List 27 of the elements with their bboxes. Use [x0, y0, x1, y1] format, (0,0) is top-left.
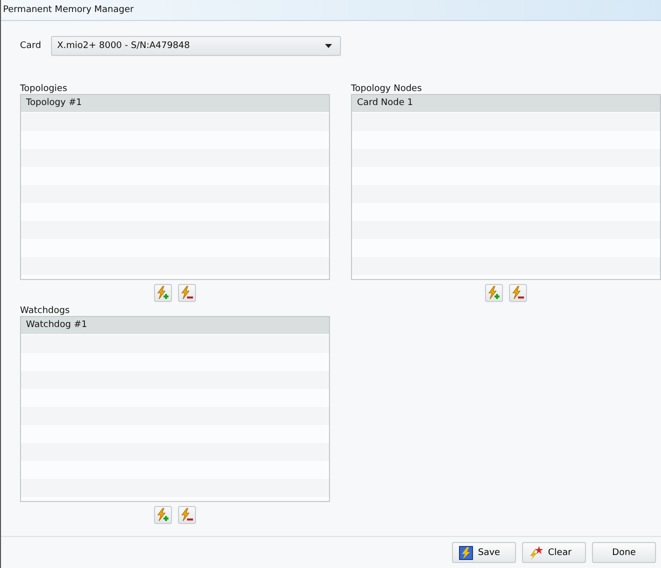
footer-button[interactable]: Save [452, 542, 516, 563]
lightning-minus-icon [511, 286, 525, 300]
lightning-plus-icon [487, 286, 501, 300]
lightning-star-icon [529, 546, 543, 560]
card-label: Card [20, 41, 42, 51]
footer-button[interactable]: Done [592, 542, 656, 563]
lightning-plus-icon [156, 286, 170, 300]
list-item[interactable]: Watchdog #1 [21, 317, 329, 334]
lightning-plus-icon [156, 508, 170, 522]
caret-icon [325, 44, 332, 48]
add-button[interactable] [154, 284, 172, 302]
panel-title: Topology Nodes [351, 84, 423, 94]
list-item[interactable]: Card Node 1 [352, 95, 660, 112]
footer-button[interactable]: Clear [522, 542, 586, 563]
list-item[interactable]: Topology #1 [21, 95, 329, 112]
window-title: Permanent Memory Manager [3, 5, 134, 15]
lightning-minus-icon [180, 508, 194, 522]
remove-button[interactable] [509, 284, 527, 302]
lightning-minus-icon [180, 286, 194, 300]
add-button[interactable] [154, 506, 172, 524]
disk-lightning-icon [459, 546, 473, 560]
panel-title: Topologies [20, 84, 68, 94]
panel-title: Watchdogs [20, 306, 71, 316]
add-button[interactable] [485, 284, 503, 302]
remove-button[interactable] [178, 284, 196, 302]
card-dropdown[interactable]: X.mio2+ 8000 - S/N:A479848 [51, 36, 342, 56]
remove-button[interactable] [178, 506, 196, 524]
